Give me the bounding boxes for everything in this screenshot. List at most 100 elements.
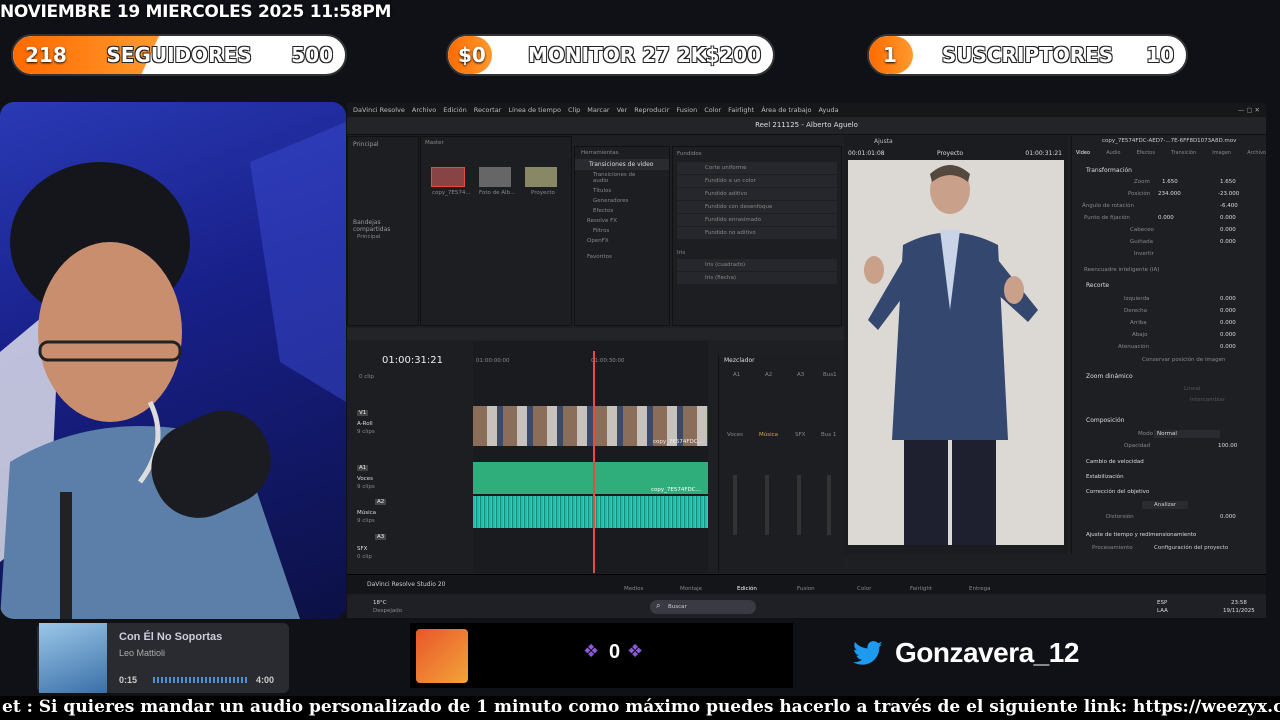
transition-item[interactable]: Fundido con desenfoque	[677, 201, 837, 213]
track-headers: 01:00:31:21 0 clip V1 A-Roll 9 clips A1 …	[347, 341, 472, 573]
page-edit[interactable]: Edición	[737, 586, 757, 592]
menu-item[interactable]: Reproducir	[634, 106, 669, 114]
fx-generators[interactable]: Generadores	[575, 196, 669, 206]
transition-item[interactable]: Fundido aditivo	[677, 188, 837, 200]
fx-effects[interactable]: Efectos	[575, 206, 669, 216]
menu-item[interactable]: Archivo	[412, 106, 436, 114]
analyze-button[interactable]: Analizar	[1142, 501, 1189, 509]
fx-openfx[interactable]: OpenFX	[575, 236, 669, 246]
media-photo-thumb[interactable]	[479, 167, 511, 187]
transition-item[interactable]: Fundido no aditivo	[677, 227, 837, 239]
tray-time[interactable]: 23:58	[1231, 600, 1247, 606]
page-deliver[interactable]: Entrega	[969, 586, 991, 592]
process-select[interactable]: Configuración del proyecto	[1154, 545, 1228, 551]
crop-top-value[interactable]: 0.000	[1220, 320, 1236, 326]
dynamic-zoom-swap[interactable]: Intercambiar	[1190, 397, 1225, 403]
fader-musica[interactable]	[765, 475, 769, 535]
position-y[interactable]: -23.000	[1218, 191, 1239, 197]
menu-item[interactable]: Línea de tiempo	[508, 106, 561, 114]
song-elapsed: 0:15	[119, 675, 138, 685]
crop-soft-value[interactable]: 0.000	[1220, 344, 1236, 350]
yaw-value[interactable]: 0.000	[1220, 239, 1236, 245]
zoom-x[interactable]: 1.650	[1162, 179, 1178, 185]
page-cut[interactable]: Montaje	[680, 586, 702, 592]
zoom-y[interactable]: 1.650	[1220, 179, 1236, 185]
anchor-x[interactable]: 0.000	[1158, 215, 1174, 221]
fader-voces[interactable]	[733, 475, 737, 535]
transition-item[interactable]: Iris (flecha)	[677, 272, 837, 284]
anchor-y[interactable]: 0.000	[1220, 215, 1236, 221]
tab-transition[interactable]: Transición	[1171, 150, 1196, 156]
retime-title[interactable]: Ajuste de tiempo y redimensionamiento	[1086, 532, 1196, 538]
tray-lang[interactable]: ESP	[1157, 600, 1167, 606]
page-fairlight[interactable]: Fairlight	[910, 586, 932, 592]
menu-item[interactable]: Recortar	[474, 106, 502, 114]
position-x[interactable]: 234.000	[1158, 191, 1181, 197]
transition-item[interactable]: Iris (cuadrado)	[677, 259, 837, 271]
fx-video-transitions[interactable]: Transiciones de video	[575, 159, 669, 170]
tab-file[interactable]: Archivo	[1247, 150, 1266, 156]
playhead[interactable]	[593, 351, 595, 573]
track-a1-id[interactable]: A1	[357, 465, 369, 471]
page-color[interactable]: Color	[857, 586, 871, 592]
transition-item[interactable]: Fundido a un color	[677, 175, 837, 187]
menu-item[interactable]: Marcar	[587, 106, 609, 114]
music-clips[interactable]	[473, 496, 708, 528]
shared-bin-principal[interactable]: Principal	[357, 234, 380, 240]
timeline-tracks[interactable]: 01:00:00:00 01:00:30:00 copy_7E574FDC...…	[473, 341, 708, 573]
menu-item[interactable]: Área de trabajo	[761, 106, 811, 114]
rotation-value[interactable]: -6.400	[1220, 203, 1238, 209]
viewer-frame[interactable]	[848, 160, 1064, 545]
distortion-value[interactable]: 0.000	[1220, 514, 1236, 520]
track-v1-id[interactable]: V1	[357, 410, 369, 416]
fader-sfx[interactable]	[797, 475, 801, 535]
pitch-value[interactable]: 0.000	[1220, 227, 1236, 233]
search-box[interactable]: ⌕ Buscar	[650, 600, 756, 614]
fx-favorites[interactable]: Favoritos	[575, 246, 669, 268]
page-media[interactable]: Medios	[624, 586, 643, 592]
fader-bus1[interactable]	[827, 475, 831, 535]
menu-item[interactable]: Fusion	[676, 106, 697, 114]
opacity-value[interactable]: 100.00	[1218, 443, 1237, 449]
media-clip-thumb[interactable]	[431, 167, 465, 187]
crop-right-value[interactable]: 0.000	[1220, 308, 1236, 314]
menu-item[interactable]: Fairlight	[728, 106, 754, 114]
viewer-zoom[interactable]: Ajusta	[874, 138, 893, 145]
smart-reframe[interactable]: Reencuadre inteligente (IA)	[1084, 267, 1159, 273]
track-a3-id[interactable]: A3	[375, 534, 387, 540]
tray-date[interactable]: 19/11/2025	[1223, 608, 1255, 614]
transition-item[interactable]: Corte uniforme	[677, 162, 837, 174]
bin-principal[interactable]: Principal	[348, 137, 418, 152]
dynamic-zoom-mode[interactable]: Lineal	[1184, 386, 1200, 392]
menu-item[interactable]: Clip	[568, 106, 580, 114]
tab-audio[interactable]: Audio	[1106, 150, 1120, 156]
menu-item[interactable]: Ayuda	[819, 106, 839, 114]
composite-mode-select[interactable]: Normal	[1154, 430, 1220, 438]
tab-image[interactable]: Imagen	[1212, 150, 1231, 156]
fx-audio-transitions[interactable]: Transiciones de audio	[575, 170, 669, 186]
track-a2-id[interactable]: A2	[375, 499, 387, 505]
menu-item[interactable]: Edición	[443, 106, 467, 114]
menu-item[interactable]: Ver	[617, 106, 628, 114]
fx-resolvefx[interactable]: Resolve FX	[575, 216, 669, 226]
tab-effects[interactable]: Efectos	[1137, 150, 1155, 156]
album-art	[39, 623, 107, 693]
page-fusion[interactable]: Fusion	[797, 586, 815, 592]
opacity-label: Opacidad	[1124, 443, 1151, 449]
crop-left-value[interactable]: 0.000	[1220, 296, 1236, 302]
fx-titles[interactable]: Títulos	[575, 186, 669, 196]
fx-filters[interactable]: Filtros	[575, 226, 669, 236]
speed-change[interactable]: Cambio de velocidad	[1086, 459, 1144, 465]
dynamic-zoom-title[interactable]: Zoom dinámico	[1086, 373, 1133, 380]
crop-bottom-value[interactable]: 0.000	[1220, 332, 1236, 338]
menu-item[interactable]: Color	[704, 106, 721, 114]
tray-lang2[interactable]: LAA	[1157, 608, 1168, 614]
menu-item[interactable]: DaVinci Resolve	[353, 106, 405, 114]
media-project-thumb[interactable]	[525, 167, 557, 187]
window-controls[interactable]: — ▢ ✕	[1238, 106, 1260, 114]
stabilization[interactable]: Estabilización	[1086, 474, 1124, 480]
tab-video[interactable]: Video	[1076, 150, 1090, 156]
transition-item[interactable]: Fundido enrasimado	[677, 214, 837, 226]
keep-image-checkbox[interactable]: Conservar posición de imagen	[1142, 357, 1225, 363]
lens-correction[interactable]: Corrección del objetivo	[1086, 489, 1149, 495]
